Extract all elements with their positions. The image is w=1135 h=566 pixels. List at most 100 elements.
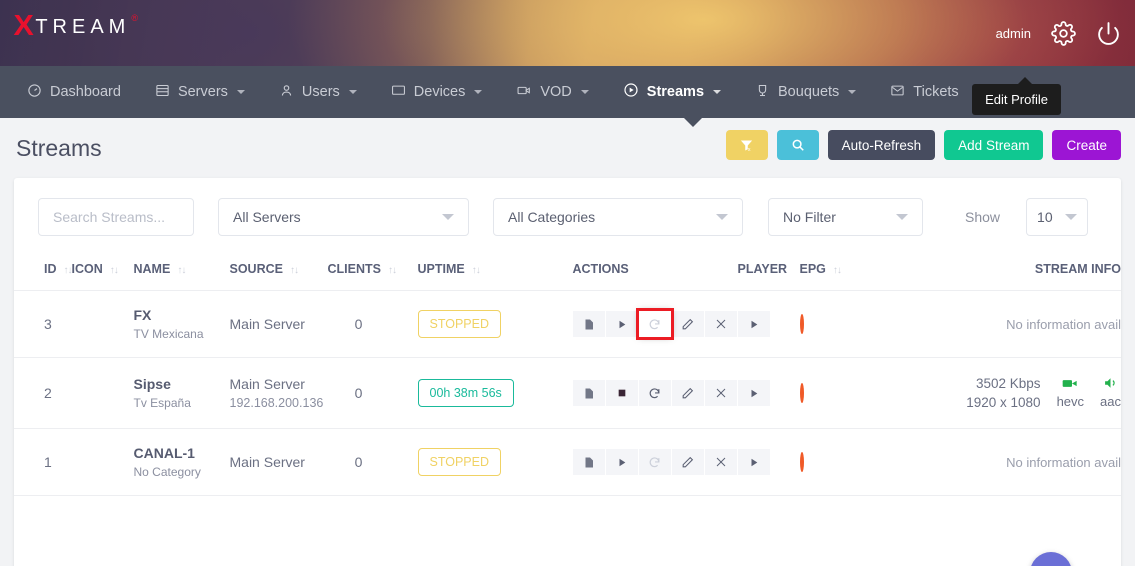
chevron-down-icon xyxy=(716,214,728,220)
nav-item-vod[interactable]: VOD xyxy=(499,66,605,118)
cell-epg xyxy=(800,291,858,358)
cell-icon xyxy=(72,291,134,358)
delete-button[interactable] xyxy=(705,380,737,406)
action-button-group xyxy=(573,449,738,475)
users-icon xyxy=(279,83,294,102)
edit-button[interactable] xyxy=(672,380,704,406)
epg-status-icon xyxy=(800,314,804,334)
bitrate: 3502 Kbps xyxy=(966,374,1040,393)
edit-button[interactable] xyxy=(672,449,704,475)
chevron-down-icon xyxy=(581,90,589,94)
stream-bitrate-res: 3502 Kbps 1920 x 1080 xyxy=(966,374,1040,412)
cell-stream-info: No information avail xyxy=(858,291,1122,358)
stream-category: TV Mexicana xyxy=(134,327,230,341)
cell-epg xyxy=(800,358,858,429)
nav-label: Bouquets xyxy=(778,84,839,100)
cell-name: CANAL-1 No Category xyxy=(134,429,230,496)
nav-label: Tickets xyxy=(913,84,958,100)
cell-player xyxy=(738,358,800,429)
chevron-down-icon xyxy=(1065,214,1077,220)
restart-button[interactable] xyxy=(639,380,671,406)
edit-button[interactable] xyxy=(672,311,704,337)
filter-select[interactable]: No Filter xyxy=(768,198,923,236)
nav-item-users[interactable]: Users xyxy=(262,66,374,118)
cell-name: FX TV Mexicana xyxy=(134,291,230,358)
nav-item-bouquets[interactable]: Bouquets xyxy=(738,66,873,118)
app-header: X TREAM ® admin xyxy=(0,0,1135,66)
svg-text:x: x xyxy=(748,147,751,153)
table-row[interactable]: 2 Sipse Tv España Main Server 192.168.20… xyxy=(14,358,1121,429)
status-badge: STOPPED xyxy=(418,310,502,338)
power-icon[interactable] xyxy=(1096,21,1121,46)
table-row[interactable]: 1 CANAL-1 No Category Main Server 0 STOP… xyxy=(14,429,1121,496)
stream-info-text: No information avail xyxy=(1006,455,1121,470)
create-button[interactable]: Create xyxy=(1052,130,1121,160)
play-icon xyxy=(749,457,759,468)
stop-button[interactable] xyxy=(606,380,638,406)
devices-icon xyxy=(391,83,406,102)
col-uptime[interactable]: UPTIME↑↓ xyxy=(418,248,573,291)
source-name: Main Server xyxy=(230,316,328,332)
nav-item-dashboard[interactable]: Dashboard xyxy=(10,66,138,118)
view-log-button[interactable] xyxy=(573,311,605,337)
nav-item-tickets[interactable]: Tickets xyxy=(873,66,975,118)
restart-icon xyxy=(648,318,661,331)
col-clients[interactable]: CLIENTS↑↓ xyxy=(328,248,418,291)
play-icon xyxy=(617,457,627,468)
start-button[interactable] xyxy=(606,311,638,337)
chevron-down-icon xyxy=(896,214,908,220)
nav-label: Devices xyxy=(414,84,466,100)
nav-item-devices[interactable]: Devices xyxy=(374,66,500,118)
cell-uptime: STOPPED xyxy=(418,291,573,358)
stream-name: Sipse xyxy=(134,376,230,392)
audio-codec-label: aac xyxy=(1100,394,1121,409)
col-name[interactable]: NAME↑↓ xyxy=(134,248,230,291)
epg-status-icon xyxy=(800,452,804,472)
restart-button xyxy=(639,449,671,475)
search-button[interactable] xyxy=(777,130,819,160)
servers-select[interactable]: All Servers xyxy=(218,198,469,236)
player-button[interactable] xyxy=(738,311,770,337)
col-icon[interactable]: ICON↑↓ xyxy=(72,248,134,291)
cell-epg xyxy=(800,429,858,496)
chevron-down-icon xyxy=(848,90,856,94)
nav-item-streams[interactable]: Streams xyxy=(606,66,738,118)
start-button[interactable] xyxy=(606,449,638,475)
filter-clear-button[interactable]: x xyxy=(726,130,768,160)
table-row[interactable]: 3 FX TV Mexicana Main Server 0 STOPPED xyxy=(14,291,1121,358)
cell-player xyxy=(738,291,800,358)
delete-button[interactable] xyxy=(705,449,737,475)
col-label: STREAM INFO xyxy=(1035,262,1121,276)
cell-clients: 0 xyxy=(328,291,418,358)
auto-refresh-button[interactable]: Auto-Refresh xyxy=(828,130,936,160)
col-id[interactable]: ID↑↓ xyxy=(14,248,72,291)
chevron-down-icon xyxy=(349,90,357,94)
col-label: ICON xyxy=(72,262,103,276)
filter-select-value: No Filter xyxy=(783,209,836,225)
view-log-button[interactable] xyxy=(573,380,605,406)
streams-icon xyxy=(623,82,639,102)
add-stream-button[interactable]: Add Stream xyxy=(944,130,1043,160)
logo-trademark: ® xyxy=(131,12,143,24)
player-button[interactable] xyxy=(738,380,770,406)
nav-item-servers[interactable]: Servers xyxy=(138,66,262,118)
search-input[interactable]: Search Streams... xyxy=(38,198,194,236)
sort-icon: ↑↓ xyxy=(290,265,298,276)
page-size-select[interactable]: 10 xyxy=(1026,198,1088,236)
player-button[interactable] xyxy=(738,449,770,475)
delete-button[interactable] xyxy=(705,311,737,337)
restart-button[interactable] xyxy=(639,311,671,337)
table-header-row: ID↑↓ ICON↑↓ NAME↑↓ SOURCE↑↓ CLIENTS↑↓ xyxy=(14,248,1121,291)
audio-icon xyxy=(1100,377,1121,392)
view-log-button[interactable] xyxy=(573,449,605,475)
play-icon xyxy=(749,319,759,330)
col-source[interactable]: SOURCE↑↓ xyxy=(230,248,328,291)
stream-info-text: No information avail xyxy=(1006,317,1121,332)
gear-icon[interactable] xyxy=(1051,21,1076,46)
cell-name: Sipse Tv España xyxy=(134,358,230,429)
col-label: CLIENTS xyxy=(328,262,381,276)
col-epg[interactable]: EPG↑↓ xyxy=(800,248,858,291)
close-icon xyxy=(715,387,727,399)
categories-select[interactable]: All Categories xyxy=(493,198,743,236)
chevron-down-icon xyxy=(474,90,482,94)
